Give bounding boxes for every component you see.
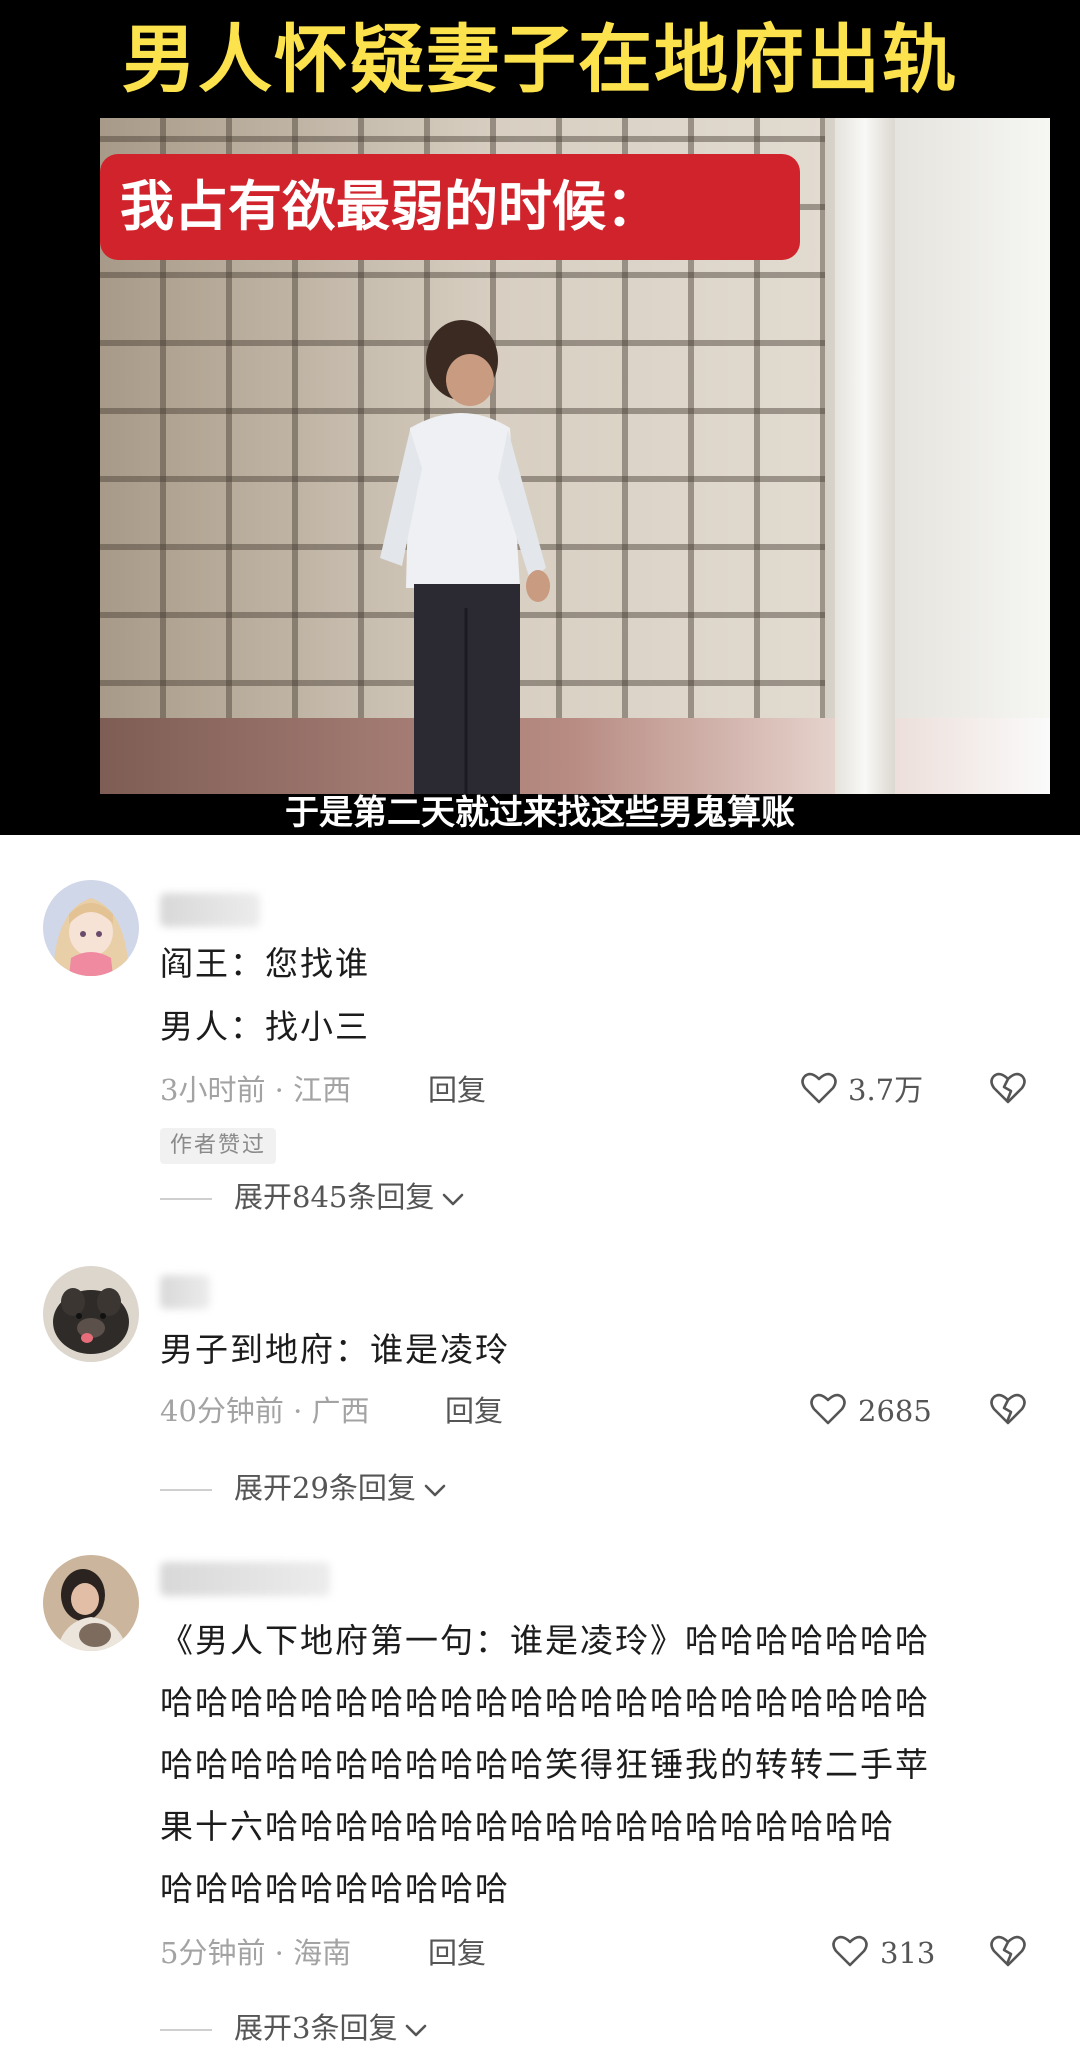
reply-button[interactable]: 回复 <box>428 1935 486 1971</box>
comment-text: 男子到地府：谁是凌玲 <box>160 1330 510 1369</box>
broken-heart-icon[interactable] <box>988 1931 1028 1971</box>
expand-replies-label: 展开29条回复 <box>234 1471 416 1505</box>
heart-outline-icon[interactable] <box>808 1389 848 1429</box>
video-title: 男人怀疑妻子在地府出轨 <box>122 17 958 103</box>
pillar <box>835 118 895 794</box>
expand-replies-button[interactable]: 展开29条回复 <box>160 1468 448 1508</box>
comment-meta: 40分钟前 · 广西 <box>160 1394 370 1428</box>
man-figure <box>380 320 550 794</box>
like-count: 2685 <box>858 1394 932 1428</box>
author-liked-badge: 作者赞过 <box>160 1128 277 1164</box>
like-count: 313 <box>880 1936 936 1970</box>
expand-replies-label: 展开845条回复 <box>234 1180 435 1214</box>
username-blurred[interactable] <box>160 1562 330 1596</box>
chevron-down-icon <box>406 2024 427 2037</box>
video-player[interactable]: 男人怀疑妻子在地府出轨 我占有欲最弱的时候： 于是第二天就过来找这些男鬼算账 <box>0 0 1080 835</box>
heart-outline-icon[interactable] <box>830 1931 870 1971</box>
username-blurred[interactable] <box>160 1275 210 1309</box>
chevron-down-icon <box>424 1484 446 1497</box>
comment-text: 男人：找小三 <box>160 1007 370 1046</box>
broken-heart-icon[interactable] <box>988 1389 1028 1429</box>
reply-button[interactable]: 回复 <box>428 1072 486 1108</box>
heart-outline-icon[interactable] <box>799 1068 839 1108</box>
caption-banner: 我占有欲最弱的时候： <box>100 154 800 260</box>
divider-dash <box>160 2029 212 2031</box>
comment-text: 哈哈哈哈哈哈哈哈哈哈哈哈哈哈哈哈哈哈哈哈哈哈 <box>160 1683 930 1722</box>
comment-meta: 5分钟前 · 海南 <box>160 1936 352 1970</box>
broken-heart-icon[interactable] <box>988 1068 1028 1108</box>
video-subtitle: 于是第二天就过来找这些男鬼算账 <box>285 793 795 833</box>
comment-text: 果十六哈哈哈哈哈哈哈哈哈哈哈哈哈哈哈哈哈哈 <box>160 1807 895 1846</box>
comment-text: 阎王：您找谁 <box>160 944 370 983</box>
avatar[interactable] <box>43 1266 139 1362</box>
expand-replies-button[interactable]: 展开3条回复 <box>160 2008 429 2048</box>
reply-button[interactable]: 回复 <box>445 1393 503 1429</box>
comment-text: 哈哈哈哈哈哈哈哈哈哈 <box>160 1869 510 1908</box>
divider-dash <box>160 1489 212 1491</box>
chevron-down-icon <box>443 1193 464 1206</box>
expand-replies-label: 展开3条回复 <box>234 2011 398 2045</box>
expand-replies-button[interactable]: 展开845条回复 <box>160 1177 466 1217</box>
floor <box>100 718 1050 794</box>
caption-banner-text: 我占有欲最弱的时候： <box>120 175 660 238</box>
divider-dash <box>160 1198 212 1200</box>
avatar[interactable] <box>43 880 139 976</box>
comment-text: 《男人下地府第一句：谁是凌玲》哈哈哈哈哈哈哈 <box>160 1621 930 1660</box>
comment-meta: 3小时前 · 江西 <box>160 1073 352 1107</box>
avatar[interactable] <box>43 1555 139 1651</box>
username-blurred[interactable] <box>160 893 260 927</box>
comment-text: 哈哈哈哈哈哈哈哈哈哈哈笑得狂锤我的转转二手苹 <box>160 1745 930 1784</box>
like-count: 3.7万 <box>848 1073 924 1107</box>
